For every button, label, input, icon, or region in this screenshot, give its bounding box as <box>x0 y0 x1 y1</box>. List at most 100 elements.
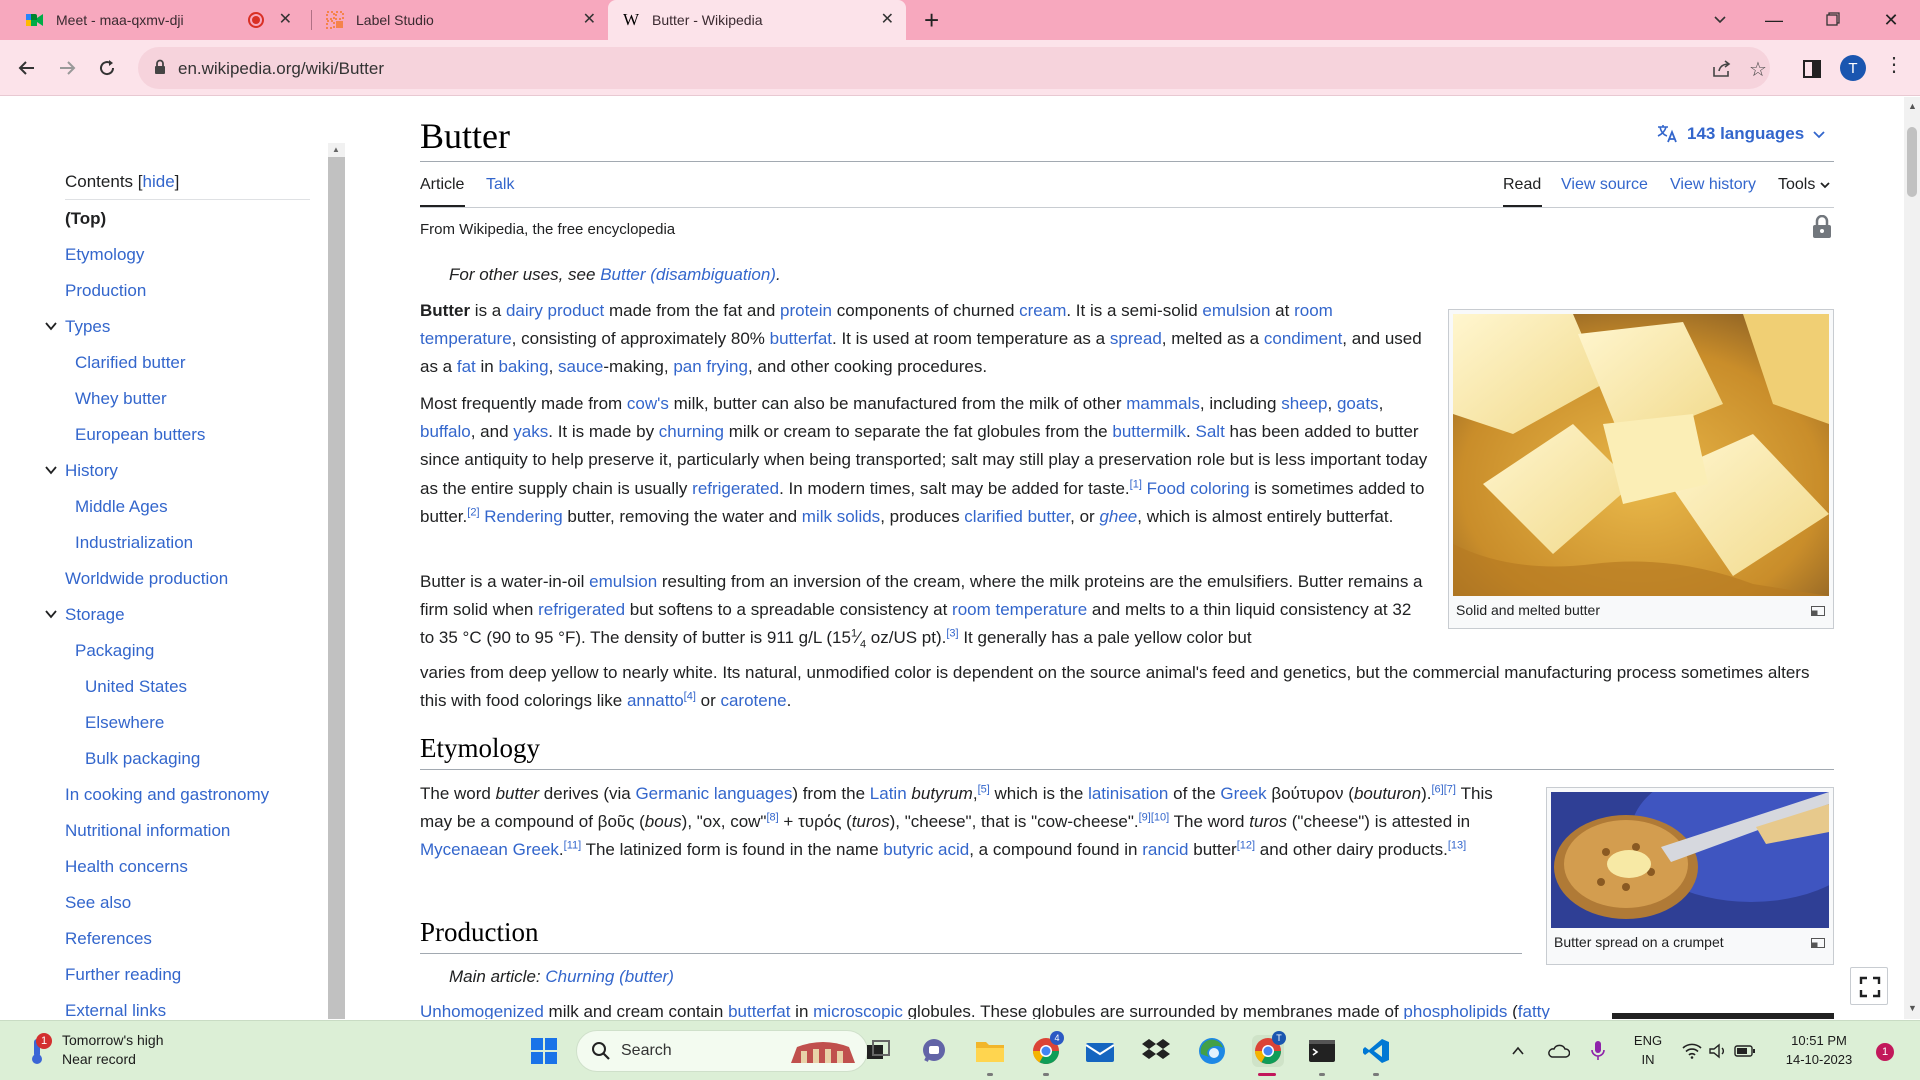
input-language-indicator[interactable]: ENG IN <box>1628 1031 1668 1069</box>
microphone-icon[interactable] <box>1582 1035 1614 1067</box>
citation-link[interactable]: [8] <box>766 812 778 824</box>
toc-item[interactable]: United States <box>85 677 187 697</box>
link[interactable]: Mycenaean Greek <box>420 840 559 859</box>
link[interactable]: refrigerated <box>538 600 625 619</box>
tab-view-history[interactable]: View history <box>1670 176 1756 194</box>
toc-item[interactable]: Industrialization <box>75 533 193 553</box>
tab-butter-wikipedia[interactable]: W Butter - Wikipedia ✕ <box>608 0 906 40</box>
chevron-down-icon[interactable] <box>45 608 57 620</box>
teams-chat-icon[interactable] <box>918 1035 950 1067</box>
link[interactable]: buffalo <box>420 422 471 441</box>
mail-icon[interactable] <box>1084 1035 1116 1067</box>
link[interactable]: phospholipids <box>1403 1002 1507 1019</box>
chevron-down-icon[interactable] <box>45 464 57 476</box>
citation-link[interactable]: [1] <box>1130 478 1142 490</box>
tab-label-studio[interactable]: Label Studio ✕ <box>312 0 608 40</box>
task-view-icon[interactable] <box>862 1035 894 1067</box>
toc-item[interactable]: In cooking and gastronomy <box>65 785 269 805</box>
link[interactable]: refrigerated <box>692 479 779 498</box>
scroll-up-arrow-icon[interactable]: ▲ <box>1908 101 1917 111</box>
scroll-down-arrow-icon[interactable]: ▼ <box>1908 1003 1917 1013</box>
toc-item[interactable]: References <box>65 929 152 949</box>
tab-article[interactable]: Article <box>420 176 464 194</box>
profile-avatar[interactable]: T <box>1840 55 1866 81</box>
toc-item[interactable]: European butters <box>75 425 205 445</box>
link[interactable]: Unhomogenized <box>420 1002 544 1019</box>
chevron-down-icon[interactable] <box>45 320 57 332</box>
link[interactable]: mammals <box>1126 394 1200 413</box>
link[interactable]: emulsion <box>1202 301 1270 320</box>
citation-link[interactable]: [11] <box>564 840 582 852</box>
chrome-icon[interactable]: T <box>1252 1031 1286 1067</box>
citation-link[interactable]: [12] <box>1237 840 1255 852</box>
link[interactable]: sheep <box>1281 394 1327 413</box>
toc-hide-link[interactable]: hide <box>143 172 175 191</box>
link[interactable]: fat <box>457 357 476 376</box>
toc-hide-toggle[interactable]: [hide] <box>138 172 180 191</box>
citation-link[interactable]: [4] <box>684 691 696 703</box>
toc-item[interactable]: Middle Ages <box>75 497 168 517</box>
citation-link[interactable]: [2] <box>467 506 479 518</box>
page-scrollbar[interactable]: ▲ ▼ <box>1904 97 1920 1019</box>
toc-item[interactable]: Further reading <box>65 965 181 985</box>
address-bar[interactable]: en.wikipedia.org/wiki/Butter ☆ <box>138 47 1770 89</box>
link[interactable]: Germanic languages <box>635 784 792 803</box>
link[interactable]: milk solids <box>802 507 880 526</box>
link[interactable]: butterfat <box>728 1002 790 1019</box>
toc-item[interactable]: Production <box>65 281 146 301</box>
weather-widget[interactable]: 1 Tomorrow's high Near record <box>26 1031 164 1069</box>
close-icon[interactable]: ✕ <box>583 11 596 29</box>
citation-link[interactable]: [13] <box>1448 840 1466 852</box>
butter-image[interactable] <box>1453 314 1829 596</box>
link[interactable]: latinisation <box>1088 784 1168 803</box>
citation-link[interactable]: [9] <box>1139 812 1151 824</box>
link[interactable]: Latin <box>870 784 907 803</box>
share-icon[interactable] <box>1710 57 1734 81</box>
toc-item[interactable]: Clarified butter <box>75 353 186 373</box>
citation-link[interactable]: [5] <box>978 783 990 795</box>
forward-button[interactable] <box>52 53 82 83</box>
tab-talk[interactable]: Talk <box>486 176 514 194</box>
link[interactable]: protein <box>780 301 832 320</box>
more-menu-icon[interactable]: ⋮ <box>1884 52 1904 77</box>
lock-icon[interactable] <box>154 59 166 80</box>
toc-item[interactable]: See also <box>65 893 131 913</box>
link[interactable]: Greek <box>1220 784 1266 803</box>
link[interactable]: cream <box>1019 301 1066 320</box>
page-scroll-thumb[interactable] <box>1907 127 1917 197</box>
link[interactable]: baking <box>498 357 548 376</box>
clock[interactable]: 10:51 PM 14-10-2023 <box>1776 1031 1862 1069</box>
citation-link[interactable]: [7] <box>1444 783 1456 795</box>
languages-label[interactable]: 143 languages <box>1687 124 1804 144</box>
tools-label[interactable]: Tools <box>1778 176 1815 194</box>
close-icon[interactable]: ✕ <box>279 11 292 29</box>
languages-button[interactable]: 143 languages <box>1657 124 1826 144</box>
citation-link[interactable]: [6] <box>1431 783 1443 795</box>
link[interactable]: yaks <box>513 422 548 441</box>
toc-item[interactable]: Worldwide production <box>65 569 228 589</box>
link[interactable]: ghee <box>1099 507 1137 526</box>
link[interactable]: Food coloring <box>1147 479 1250 498</box>
new-tab-button[interactable]: + <box>924 6 939 34</box>
toc-item[interactable]: History <box>65 461 118 481</box>
file-explorer-icon[interactable] <box>974 1035 1006 1067</box>
toc-item[interactable]: Whey butter <box>75 389 167 409</box>
bookmark-star-icon[interactable]: ☆ <box>1746 57 1770 81</box>
link[interactable]: butterfat <box>770 329 832 348</box>
terminal-icon[interactable] <box>1306 1035 1338 1067</box>
link[interactable]: buttermilk <box>1112 422 1186 441</box>
onedrive-icon[interactable] <box>1542 1035 1574 1067</box>
enlarge-icon[interactable] <box>1811 938 1825 948</box>
reload-button[interactable] <box>92 53 122 83</box>
back-button[interactable] <box>12 53 42 83</box>
toc-item[interactable]: Packaging <box>75 641 154 661</box>
link[interactable]: Salt <box>1196 422 1225 441</box>
link[interactable]: emulsion <box>589 572 657 591</box>
toc-scrollbar[interactable]: ▲ <box>328 143 345 1019</box>
fullscreen-button[interactable] <box>1850 967 1888 1005</box>
edge-browser-icon[interactable] <box>1196 1035 1228 1067</box>
url-text[interactable]: en.wikipedia.org/wiki/Butter <box>178 59 384 79</box>
tab-view-source[interactable]: View source <box>1561 176 1648 194</box>
toc-item[interactable]: Storage <box>65 605 125 625</box>
toc-item[interactable]: External links <box>65 1001 166 1019</box>
